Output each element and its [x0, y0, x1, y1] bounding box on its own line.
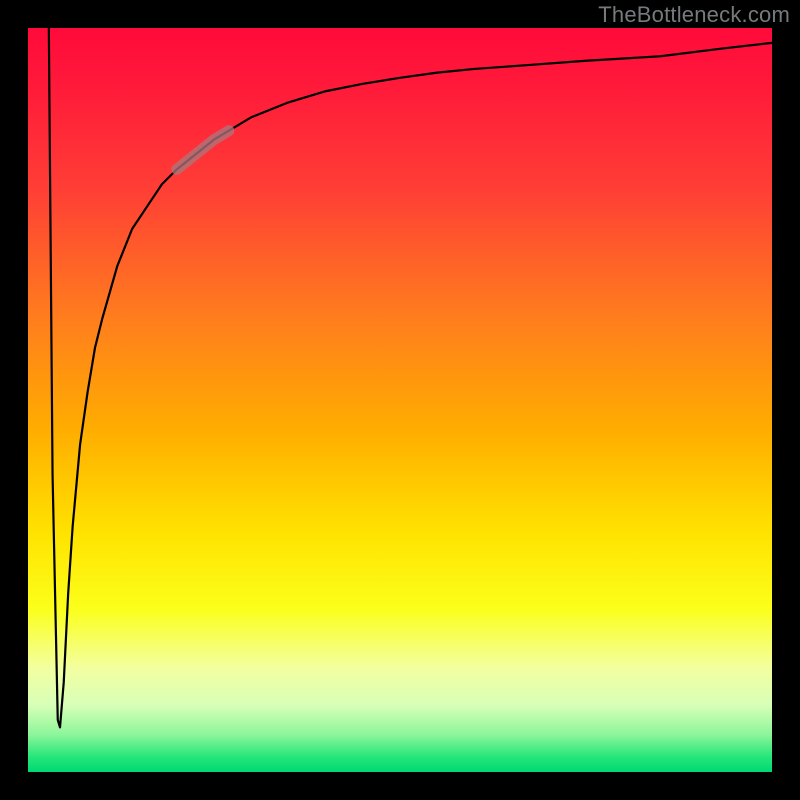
- watermark-text: TheBottleneck.com: [598, 2, 790, 28]
- curve-highlight: [177, 131, 229, 170]
- curve-layer: [28, 28, 772, 772]
- chart-frame: TheBottleneck.com: [0, 0, 800, 800]
- bottleneck-curve: [49, 28, 772, 727]
- plot-area: [28, 28, 772, 772]
